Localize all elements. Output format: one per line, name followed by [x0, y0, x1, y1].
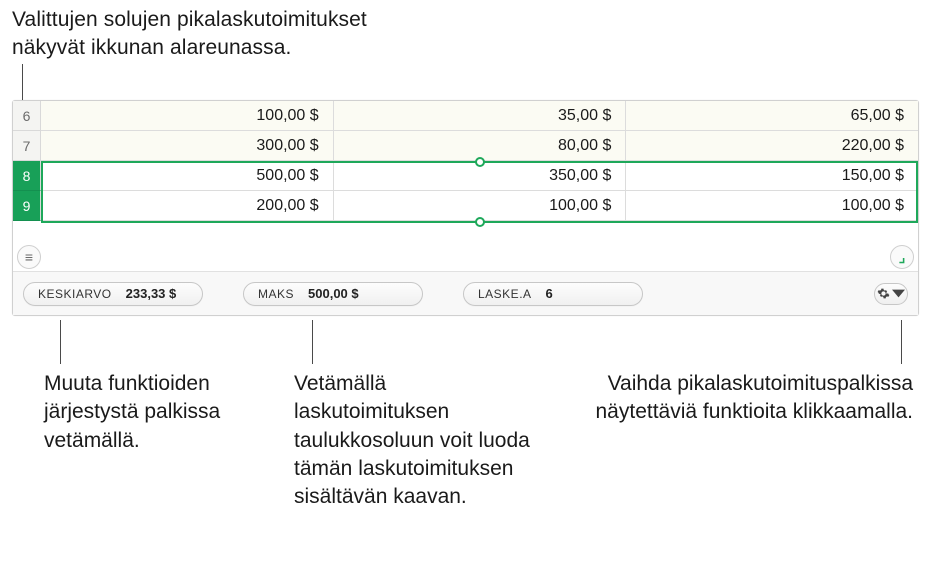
- quickcalc-pill-max[interactable]: MAKS 500,00 $: [243, 282, 423, 306]
- table-cell[interactable]: 500,00 $: [41, 161, 334, 191]
- quickcalc-label: MAKS: [258, 287, 294, 301]
- spreadsheet-frame: 6 100,00 $ 35,00 $ 65,00 $ 7 300,00 $ 80…: [12, 100, 919, 316]
- quickcalc-value: 233,33 $: [126, 286, 177, 301]
- row-header[interactable]: 9: [13, 191, 41, 221]
- callout-reorder-functions: Muuta funktioiden järjestystä palkissa v…: [44, 370, 254, 455]
- sheet-corner-right-button[interactable]: ⌟: [890, 245, 914, 269]
- leader-line: [60, 320, 61, 364]
- quickcalc-pill-counta[interactable]: LASKE.A 6: [463, 282, 643, 306]
- leader-line: [901, 320, 902, 364]
- table-cell[interactable]: 200,00 $: [41, 191, 334, 221]
- leader-line: [312, 320, 313, 364]
- quickcalc-value: 6: [546, 286, 553, 301]
- table-row[interactable]: 8 500,00 $ 350,00 $ 150,00 $: [13, 161, 918, 191]
- table-cell[interactable]: 80,00 $: [334, 131, 627, 161]
- callout-drag-to-cell: Vetämällä laskutoimituksen taulukkosoluu…: [294, 370, 544, 512]
- callout-quickcalc-top: Valittujen solujen pikalaskutoimitukset …: [12, 6, 367, 63]
- table-cell[interactable]: 100,00 $: [41, 101, 334, 131]
- cell-corner-icon: ⌟: [899, 249, 906, 266]
- quickcalc-value: 500,00 $: [308, 286, 359, 301]
- quickcalc-pill-average[interactable]: KESKIARVO 233,33 $: [23, 282, 203, 306]
- hamburger-icon: ≡: [25, 249, 33, 265]
- gear-icon: [877, 287, 890, 300]
- sheet-corner-row: ≡ ⌟: [13, 243, 918, 271]
- table-cell[interactable]: 100,00 $: [626, 191, 918, 221]
- row-header[interactable]: 7: [13, 131, 41, 161]
- row-header[interactable]: 8: [13, 161, 41, 191]
- quickcalc-settings-button[interactable]: [874, 283, 908, 305]
- table-row[interactable]: 7 300,00 $ 80,00 $ 220,00 $: [13, 131, 918, 161]
- table-cell[interactable]: 65,00 $: [626, 101, 918, 131]
- table-cell[interactable]: 220,00 $: [626, 131, 918, 161]
- table-cell[interactable]: 150,00 $: [626, 161, 918, 191]
- table-row[interactable]: 9 200,00 $ 100,00 $ 100,00 $: [13, 191, 918, 221]
- leader-line: [22, 64, 23, 100]
- quickcalc-label: KESKIARVO: [38, 287, 112, 301]
- quickcalc-bar: KESKIARVO 233,33 $ MAKS 500,00 $ LASKE.A…: [13, 271, 918, 315]
- quickcalc-label: LASKE.A: [478, 287, 532, 301]
- table: 6 100,00 $ 35,00 $ 65,00 $ 7 300,00 $ 80…: [13, 101, 918, 221]
- table-row[interactable]: 6 100,00 $ 35,00 $ 65,00 $: [13, 101, 918, 131]
- chevron-down-icon: [892, 287, 905, 300]
- table-cell[interactable]: 350,00 $: [334, 161, 627, 191]
- table-cell[interactable]: 35,00 $: [334, 101, 627, 131]
- callout-change-functions: Vaihda pikalaskutoimituspalkissa näytett…: [593, 370, 913, 427]
- row-header[interactable]: 6: [13, 101, 41, 131]
- table-cell[interactable]: 100,00 $: [334, 191, 627, 221]
- table-cell[interactable]: 300,00 $: [41, 131, 334, 161]
- sheet-corner-left-button[interactable]: ≡: [17, 245, 41, 269]
